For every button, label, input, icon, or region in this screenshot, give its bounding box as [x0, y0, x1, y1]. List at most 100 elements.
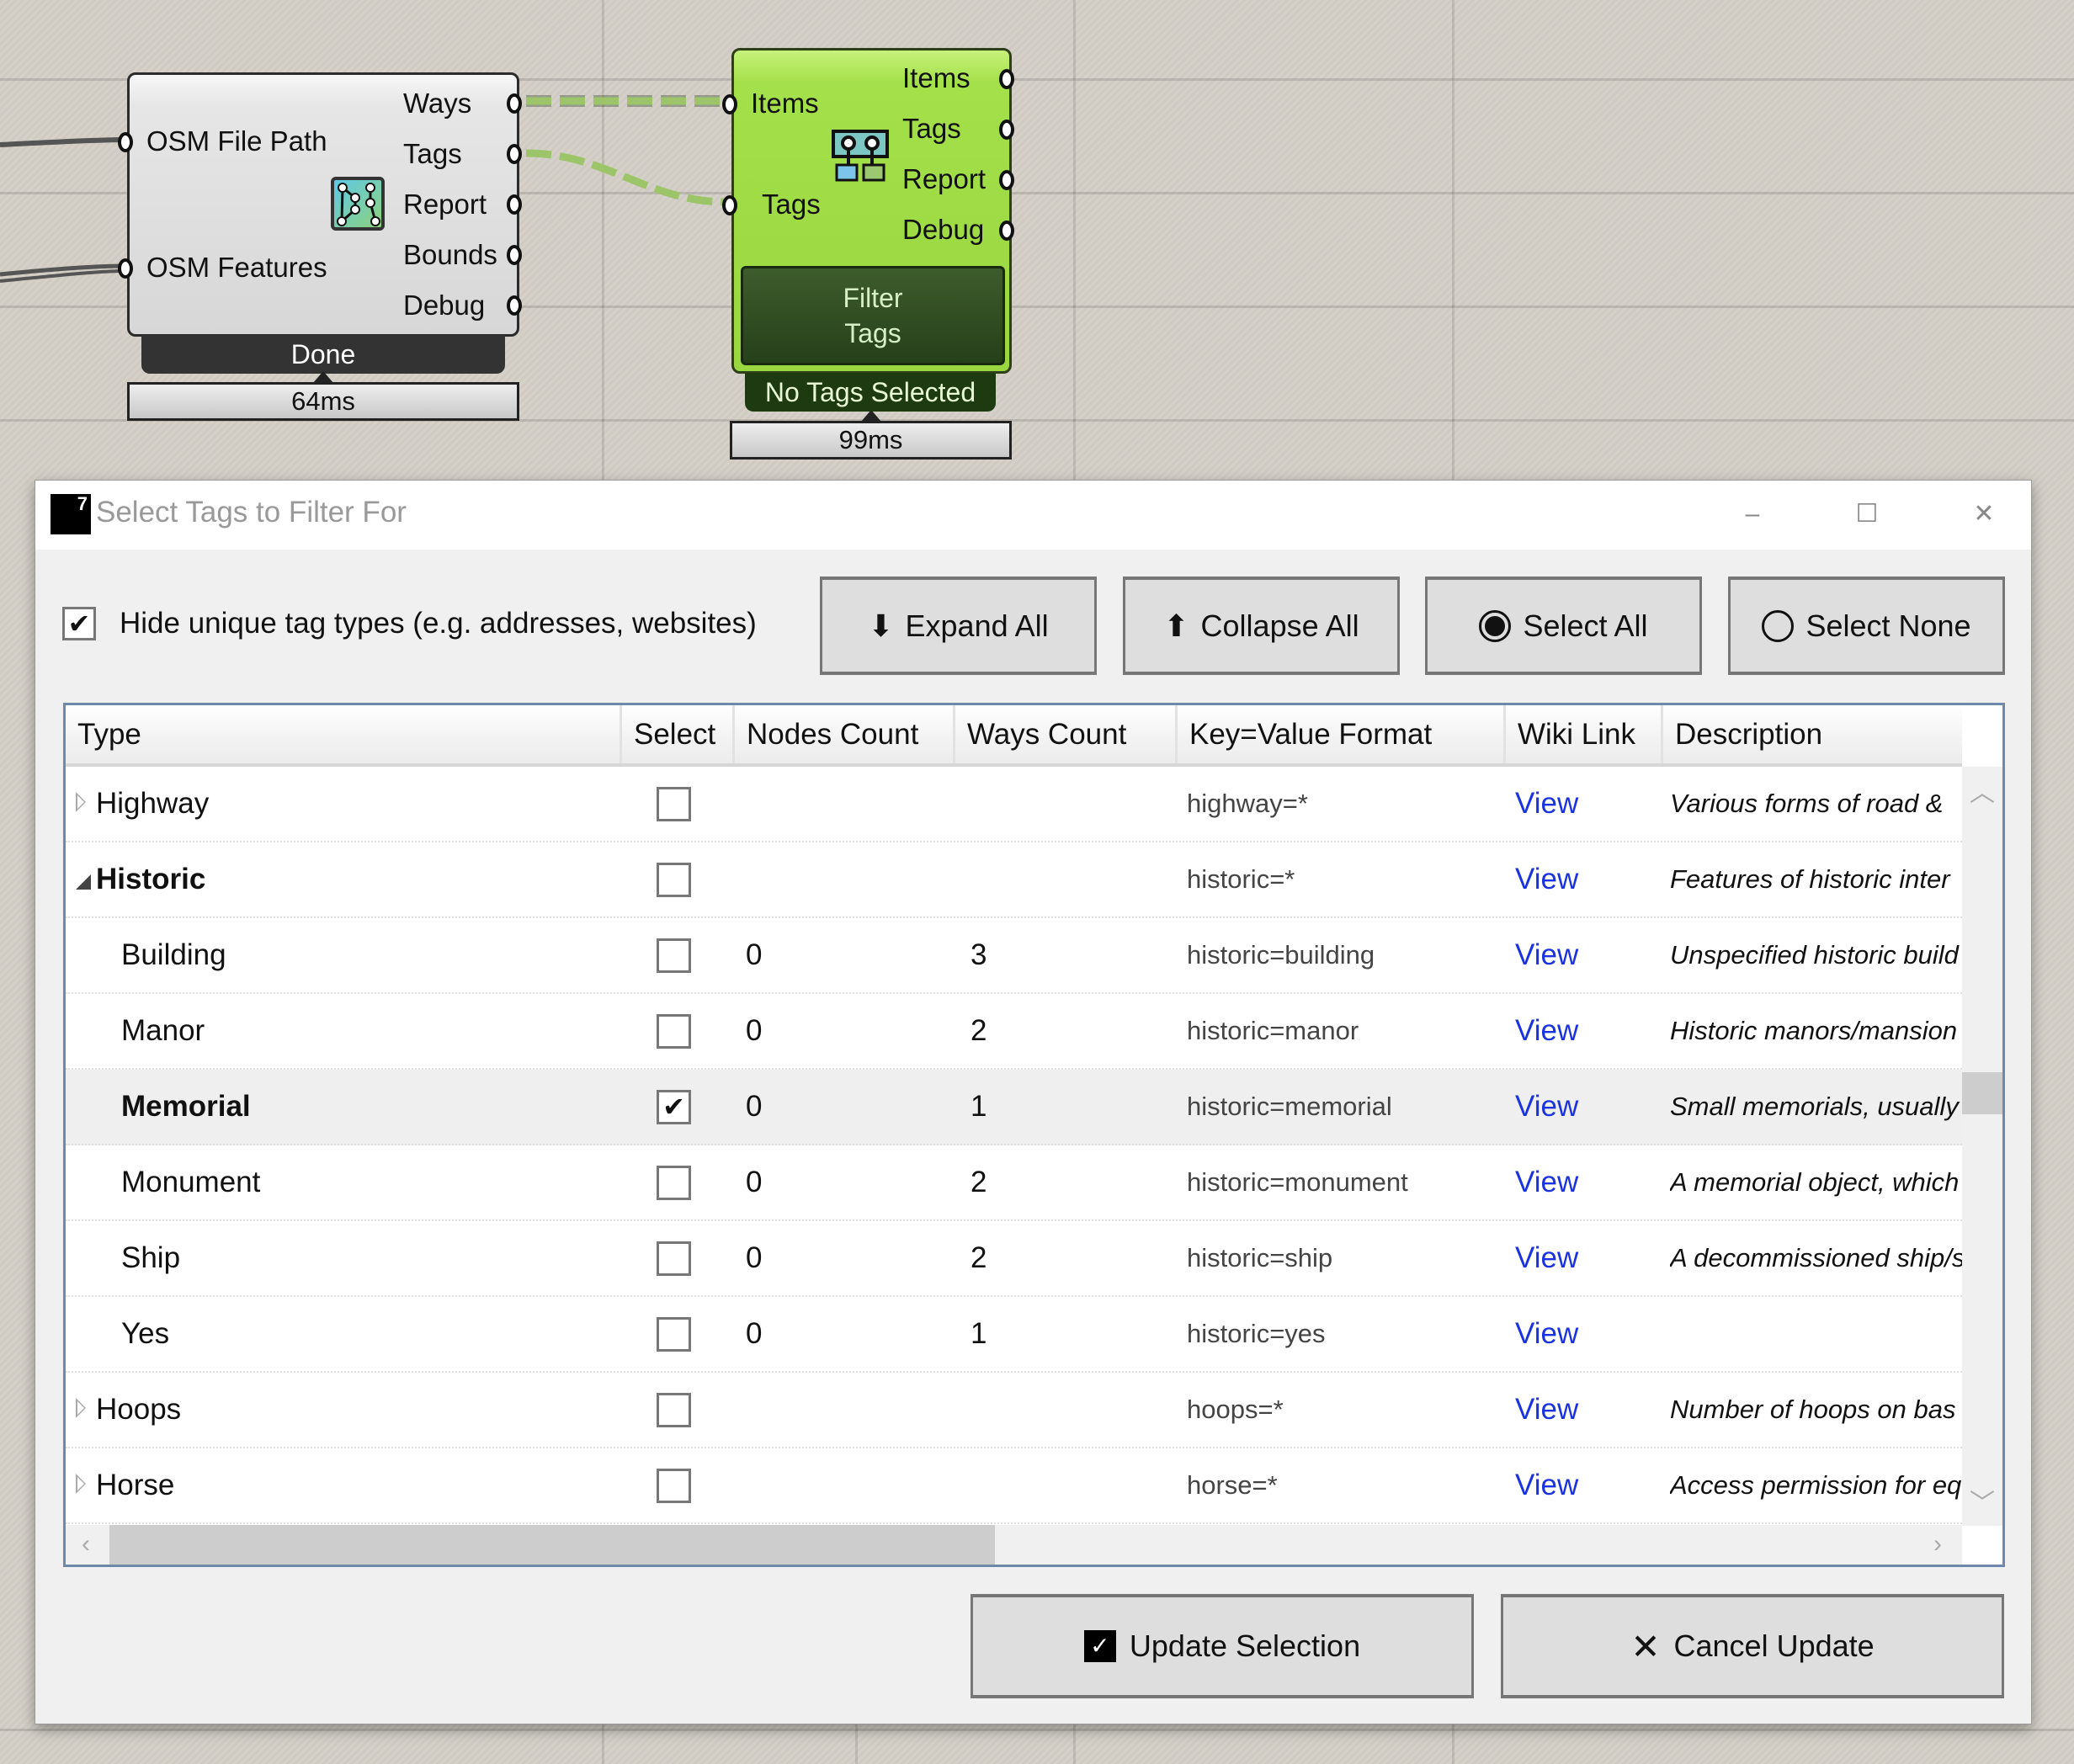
horizontal-scrollbar[interactable]: ‹ ›: [66, 1525, 1962, 1565]
nodes-count-cell: [746, 767, 948, 841]
collapse-all-button[interactable]: ⬆ Collapse All: [1123, 576, 1400, 675]
expand-all-button[interactable]: ⬇ Expand All: [820, 576, 1097, 675]
input-port-osm-features[interactable]: [118, 258, 133, 279]
nodes-count-cell: 0: [746, 1014, 763, 1047]
radio-filled-icon: [1479, 609, 1512, 642]
table-row[interactable]: Memorial ✔ 0 1 historic=memorial View Small me…: [66, 1070, 1962, 1145]
wiki-view-link[interactable]: View: [1515, 767, 1658, 841]
wiki-view-link[interactable]: View: [1515, 994, 1658, 1068]
output-port-report[interactable]: [507, 194, 522, 215]
scroll-right-arrow[interactable]: ›: [1917, 1530, 1958, 1559]
select-checkbox[interactable]: [657, 787, 691, 821]
input-port-items[interactable]: [722, 94, 737, 114]
select-all-button[interactable]: Select All: [1425, 576, 1702, 675]
update-selection-button[interactable]: ✓ Update Selection: [971, 1594, 1474, 1698]
expanded-triangle-icon[interactable]: [76, 874, 91, 890]
arrow-up-icon: ⬆: [1163, 608, 1189, 643]
output-label: Tags: [403, 138, 462, 169]
vertical-scroll-thumb[interactable]: [1962, 1072, 2002, 1114]
hide-unique-toggle[interactable]: ✔ Hide unique tag types (e.g. addresses,…: [62, 607, 757, 640]
input-port-tags[interactable]: [722, 195, 737, 215]
collapsed-triangle-icon[interactable]: [76, 1474, 86, 1494]
vertical-scrollbar[interactable]: ︿ ﹀: [1962, 767, 2002, 1526]
type-cell: Monument: [121, 1166, 261, 1198]
description-cell: Access permission for eq: [1670, 1470, 1962, 1500]
nodes-count-cell: 0: [746, 938, 763, 971]
table-row[interactable]: Manor 0 2 historic=manor View Historic manors…: [66, 994, 1962, 1070]
output-port-report[interactable]: [999, 170, 1014, 190]
wiki-view-link[interactable]: View: [1515, 1145, 1658, 1219]
output-port-items[interactable]: [999, 69, 1014, 89]
description-cell: Historic manors/mansion: [1670, 1016, 1958, 1045]
wire-tags-tags: [525, 149, 726, 206]
wiki-view-link[interactable]: View: [1515, 1373, 1658, 1447]
table-row[interactable]: Hoops hoops=* View Number of hoops on bas: [66, 1373, 1962, 1448]
collapsed-triangle-icon[interactable]: [76, 1398, 86, 1418]
hide-unique-checkbox[interactable]: ✔: [62, 607, 96, 640]
close-button[interactable]: ✕: [1959, 494, 2009, 534]
table-row[interactable]: Ship 0 2 historic=ship View A decommissioned …: [66, 1221, 1962, 1297]
osm-reader-node[interactable]: OSM File Path OSM Features Ways Tags Rep…: [118, 72, 522, 337]
column-header-ways-count[interactable]: Ways Count: [955, 705, 1178, 763]
ways-count-cell: 2: [971, 1166, 987, 1198]
column-header-wiki-link[interactable]: Wiki Link: [1506, 705, 1663, 763]
scroll-down-arrow[interactable]: ﹀: [1962, 1482, 2002, 1519]
select-none-button[interactable]: Select None: [1728, 576, 2005, 675]
node-timing: 64ms: [127, 371, 519, 421]
filter-tags-button-line2: Tags: [844, 318, 901, 348]
column-header-description[interactable]: Description: [1663, 705, 1962, 763]
scroll-up-arrow[interactable]: ︿: [1962, 772, 2002, 809]
maximize-button[interactable]: ☐: [1842, 494, 1892, 534]
table-row[interactable]: Building 0 3 historic=building View Unspecifi…: [66, 918, 1962, 994]
table-row[interactable]: Historic historic=* View Features of histor…: [66, 842, 1962, 918]
select-checkbox[interactable]: [657, 1241, 691, 1276]
wiki-view-link[interactable]: View: [1515, 842, 1658, 917]
select-checkbox[interactable]: [657, 1014, 691, 1049]
wiki-view-link[interactable]: View: [1515, 1448, 1658, 1522]
horizontal-scroll-thumb[interactable]: [109, 1525, 995, 1565]
title-bar[interactable]: 7 Select Tags to Filter For – ☐ ✕: [35, 481, 2031, 550]
cancel-update-button[interactable]: ✕ Cancel Update: [1501, 1594, 2004, 1698]
key-value-cell: historic=building: [1187, 940, 1375, 970]
input-label: Tags: [762, 189, 821, 220]
select-checkbox[interactable]: ✔: [657, 1090, 691, 1124]
description-cell: Features of historic inter: [1670, 864, 1950, 894]
minimize-button[interactable]: –: [1727, 494, 1778, 534]
collapsed-triangle-icon[interactable]: [76, 792, 86, 812]
expand-all-label: Expand All: [905, 608, 1049, 643]
select-checkbox[interactable]: [657, 863, 691, 897]
close-x-icon: ✕: [1630, 1626, 1661, 1666]
input-port-osm-file-path[interactable]: [118, 132, 133, 152]
scroll-left-arrow[interactable]: ‹: [66, 1530, 106, 1559]
select-checkbox[interactable]: [657, 1166, 691, 1200]
select-checkbox[interactable]: [657, 1469, 691, 1503]
table-row[interactable]: Monument 0 2 historic=monument View A memoria…: [66, 1145, 1962, 1221]
column-header-nodes-count[interactable]: Nodes Count: [735, 705, 955, 763]
output-port-ways[interactable]: [507, 93, 522, 114]
wiki-view-link[interactable]: View: [1515, 1221, 1658, 1295]
output-port-debug[interactable]: [507, 295, 522, 316]
table-row[interactable]: Horse horse=* View Access permission for eq: [66, 1448, 1962, 1524]
nodes-count-cell: [746, 1448, 948, 1522]
column-header-select[interactable]: Select: [622, 705, 735, 763]
output-port-bounds[interactable]: [507, 245, 522, 265]
filter-tags-node[interactable]: Items Tags Items Tags Report Debug Filte…: [722, 48, 1014, 374]
column-header-type[interactable]: Type: [66, 705, 622, 763]
column-header-key-value[interactable]: Key=Value Format: [1178, 705, 1506, 763]
table-row[interactable]: Yes 0 1 historic=yes View: [66, 1297, 1962, 1373]
arrow-down-icon: ⬇: [868, 608, 894, 643]
select-checkbox[interactable]: [657, 1393, 691, 1427]
wiki-view-link[interactable]: View: [1515, 918, 1658, 992]
select-checkbox[interactable]: [657, 1317, 691, 1352]
type-cell: Hoops: [96, 1393, 182, 1426]
table-row[interactable]: Highway highway=* View Various forms of roa…: [66, 767, 1962, 842]
output-port-debug[interactable]: [999, 220, 1014, 241]
filter-tags-button[interactable]: Filter Tags: [741, 266, 1005, 365]
tags-grid[interactable]: Type Select Nodes Count Ways Count Key=V…: [63, 703, 2005, 1567]
ways-count-cell: 1: [971, 1090, 987, 1123]
wiki-view-link[interactable]: View: [1515, 1297, 1658, 1371]
output-port-tags[interactable]: [999, 120, 1014, 140]
wiki-view-link[interactable]: View: [1515, 1070, 1658, 1144]
output-port-tags[interactable]: [507, 144, 522, 164]
select-checkbox[interactable]: [657, 938, 691, 973]
